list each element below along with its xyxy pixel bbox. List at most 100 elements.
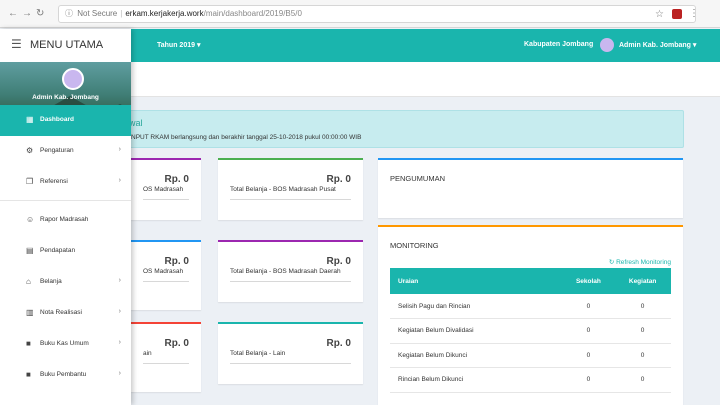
summary-progress-bar bbox=[230, 281, 351, 282]
calendar-icon: ▥ bbox=[26, 308, 34, 317]
sidebar-item-label: Rapor Madrasah bbox=[40, 216, 89, 223]
sidebar-item-buku-kas-umum[interactable]: ■ Buku Kas Umum › bbox=[0, 329, 131, 360]
monitoring-panel: MONITORING ↻ Refresh Monitoring Uraian S… bbox=[378, 225, 683, 405]
info-alert: wal NPUT RKAM berlangsung dan berakhir t… bbox=[110, 110, 684, 148]
user-avatar[interactable] bbox=[600, 38, 614, 52]
extension-icon[interactable] bbox=[672, 9, 682, 19]
cell-kegiatan: 0 bbox=[614, 294, 671, 319]
url-separator: | bbox=[120, 9, 123, 18]
calculator-icon: ▤ bbox=[26, 246, 34, 255]
sidebar-item-label: Belanja bbox=[40, 278, 62, 285]
summary-label: Total Belanja - Lain bbox=[230, 350, 286, 357]
summary-box: Rp. 0 OS Madrasah bbox=[131, 158, 201, 220]
summary-progress-bar bbox=[143, 199, 189, 200]
announcement-title: PENGUMUMAN bbox=[390, 174, 446, 183]
sidebar-item-label: Nota Realisasi bbox=[40, 309, 82, 316]
browser-menu-icon[interactable]: ⋮ bbox=[689, 8, 699, 19]
table-row: Rincian Belum Dikunci 0 0 bbox=[390, 367, 671, 393]
sidebar-item-label: Dashboard bbox=[40, 116, 74, 123]
alert-message: NPUT RKAM berlangsung dan berakhir tangg… bbox=[131, 134, 362, 141]
summary-box: Rp. 0 Total Belanja - Lain bbox=[218, 322, 363, 384]
sidebar-item-label: Referensi bbox=[40, 178, 68, 185]
gear-icon: ⚙ bbox=[26, 146, 34, 155]
sidebar-item-belanja[interactable]: ⌂ Belanja › bbox=[0, 267, 131, 298]
chevron-right-icon: › bbox=[118, 277, 121, 284]
sidebar-item-label: Buku Kas Umum bbox=[40, 340, 89, 347]
summary-box: Rp. 0 OS Madrasah bbox=[131, 240, 201, 310]
sidebar-item-dashboard[interactable]: ▦ Dashboard bbox=[0, 105, 131, 136]
year-dropdown[interactable]: Tahun 2019 ▾ bbox=[157, 41, 200, 49]
kabupaten-label: Kabupaten Jombang bbox=[524, 41, 594, 48]
chevron-right-icon: › bbox=[118, 339, 121, 346]
cell-sekolah: 0 bbox=[562, 294, 615, 319]
summary-box: Rp. 0 Total Belanja - BOS Madrasah Daerah bbox=[218, 240, 363, 302]
sidebar-item-label: Pengaturan bbox=[40, 147, 74, 154]
cell-kegiatan: 0 bbox=[614, 343, 671, 368]
cell-sekolah: 0 bbox=[562, 367, 615, 393]
chevron-right-icon: › bbox=[118, 308, 121, 315]
summary-label: OS Madrasah bbox=[143, 186, 184, 193]
monitoring-title: MONITORING bbox=[390, 241, 439, 250]
chevron-right-icon: › bbox=[118, 370, 121, 377]
reload-icon[interactable]: ↻ bbox=[36, 8, 44, 19]
sidebar-divider bbox=[0, 200, 131, 201]
hamburger-menu-icon[interactable]: ☰ bbox=[11, 37, 22, 51]
sidebar-item-label: Buku Pembantu bbox=[40, 371, 87, 378]
summary-label: Total Belanja - BOS Madrasah Pusat bbox=[230, 186, 336, 193]
profile-name: Admin Kab. Jombang bbox=[32, 94, 99, 101]
summary-progress-bar bbox=[143, 281, 189, 282]
url-host: erkam.kerjakerja.work bbox=[125, 9, 204, 18]
summary-box: Rp. 0 Total Belanja - BOS Madrasah Pusat bbox=[218, 158, 363, 220]
summary-progress-bar bbox=[230, 199, 351, 200]
back-icon[interactable]: ← bbox=[8, 8, 18, 19]
summary-box: Rp. 0 ain bbox=[131, 322, 201, 392]
sidebar-item-buku-pembantu[interactable]: ■ Buku Pembantu › bbox=[0, 360, 131, 391]
address-bar[interactable]: ⓘ Not Secure | erkam.kerjakerja.work/main/… bbox=[58, 5, 696, 23]
cell-uraian: Rincian Belum Dikunci bbox=[390, 367, 563, 393]
bookmark-star-icon[interactable]: ☆ bbox=[655, 9, 664, 20]
profile-avatar bbox=[62, 68, 84, 90]
summary-amount: Rp. 0 bbox=[164, 338, 189, 349]
summary-amount: Rp. 0 bbox=[326, 338, 351, 349]
cell-kegiatan: 0 bbox=[614, 318, 671, 344]
info-icon[interactable]: ⓘ bbox=[65, 9, 73, 18]
chevron-right-icon: › bbox=[118, 177, 121, 184]
cell-uraian: Selisih Pagu dan Rincian bbox=[390, 294, 563, 319]
not-secure-label: Not Secure bbox=[77, 9, 118, 18]
sidebar-item-referensi[interactable]: ❐ Referensi › bbox=[0, 167, 131, 198]
chevron-right-icon: › bbox=[118, 146, 121, 153]
summary-label: Total Belanja - BOS Madrasah Daerah bbox=[230, 268, 341, 275]
table-row: Kegiatan Belum Dikunci 0 0 bbox=[390, 343, 671, 368]
summary-progress-bar bbox=[230, 363, 351, 364]
sidebar-item-pengaturan[interactable]: ⚙ Pengaturan › bbox=[0, 136, 131, 167]
book-icon: ■ bbox=[26, 370, 31, 379]
column-header-kegiatan: Kegiatan bbox=[614, 268, 671, 294]
sidebar-item-label: Pendapatan bbox=[40, 247, 76, 254]
cell-kegiatan: 0 bbox=[614, 367, 671, 393]
cell-sekolah: 0 bbox=[562, 318, 615, 344]
column-header-sekolah: Sekolah bbox=[562, 268, 615, 294]
column-header-uraian: Uraian bbox=[390, 268, 563, 294]
summary-amount: Rp. 0 bbox=[164, 174, 189, 185]
refresh-monitoring-link[interactable]: ↻ Refresh Monitoring bbox=[609, 258, 671, 266]
table-row: Selisih Pagu dan Rincian 0 0 bbox=[390, 294, 671, 319]
sidebar-item-nota-realisasi[interactable]: ▥ Nota Realisasi › bbox=[0, 298, 131, 329]
dashboard-icon: ▦ bbox=[26, 115, 34, 124]
sidebar-item-rapor-madrasah[interactable]: ☺ Rapor Madrasah bbox=[0, 205, 131, 236]
cell-uraian: Kegiatan Belum Dikunci bbox=[390, 343, 563, 368]
alert-title: wal bbox=[129, 118, 143, 128]
sidebar-header: ☰ MENU UTAMA bbox=[0, 29, 131, 62]
summary-label: OS Madrasah bbox=[143, 268, 184, 275]
user-plus-icon: ☺ bbox=[26, 215, 35, 224]
summary-progress-bar bbox=[143, 363, 189, 364]
forward-icon[interactable]: → bbox=[22, 8, 32, 19]
cart-icon: ⌂ bbox=[26, 277, 31, 286]
summary-amount: Rp. 0 bbox=[164, 256, 189, 267]
sidebar-menu: ☰ MENU UTAMA Admin Kab. Jombang ▦ Dashboa… bbox=[0, 29, 131, 405]
browser-toolbar: ← → ↻ ⓘ Not Secure | erkam.kerjakerja.work… bbox=[0, 0, 720, 28]
sidebar-item-pendapatan[interactable]: ▤ Pendapatan bbox=[0, 236, 131, 267]
cell-uraian: Kegiatan Belum Divalidasi bbox=[390, 318, 563, 344]
user-menu-dropdown[interactable]: Admin Kab. Jombang ▾ bbox=[619, 41, 696, 49]
cell-sekolah: 0 bbox=[562, 343, 615, 368]
announcement-panel: PENGUMUMAN bbox=[378, 158, 683, 218]
